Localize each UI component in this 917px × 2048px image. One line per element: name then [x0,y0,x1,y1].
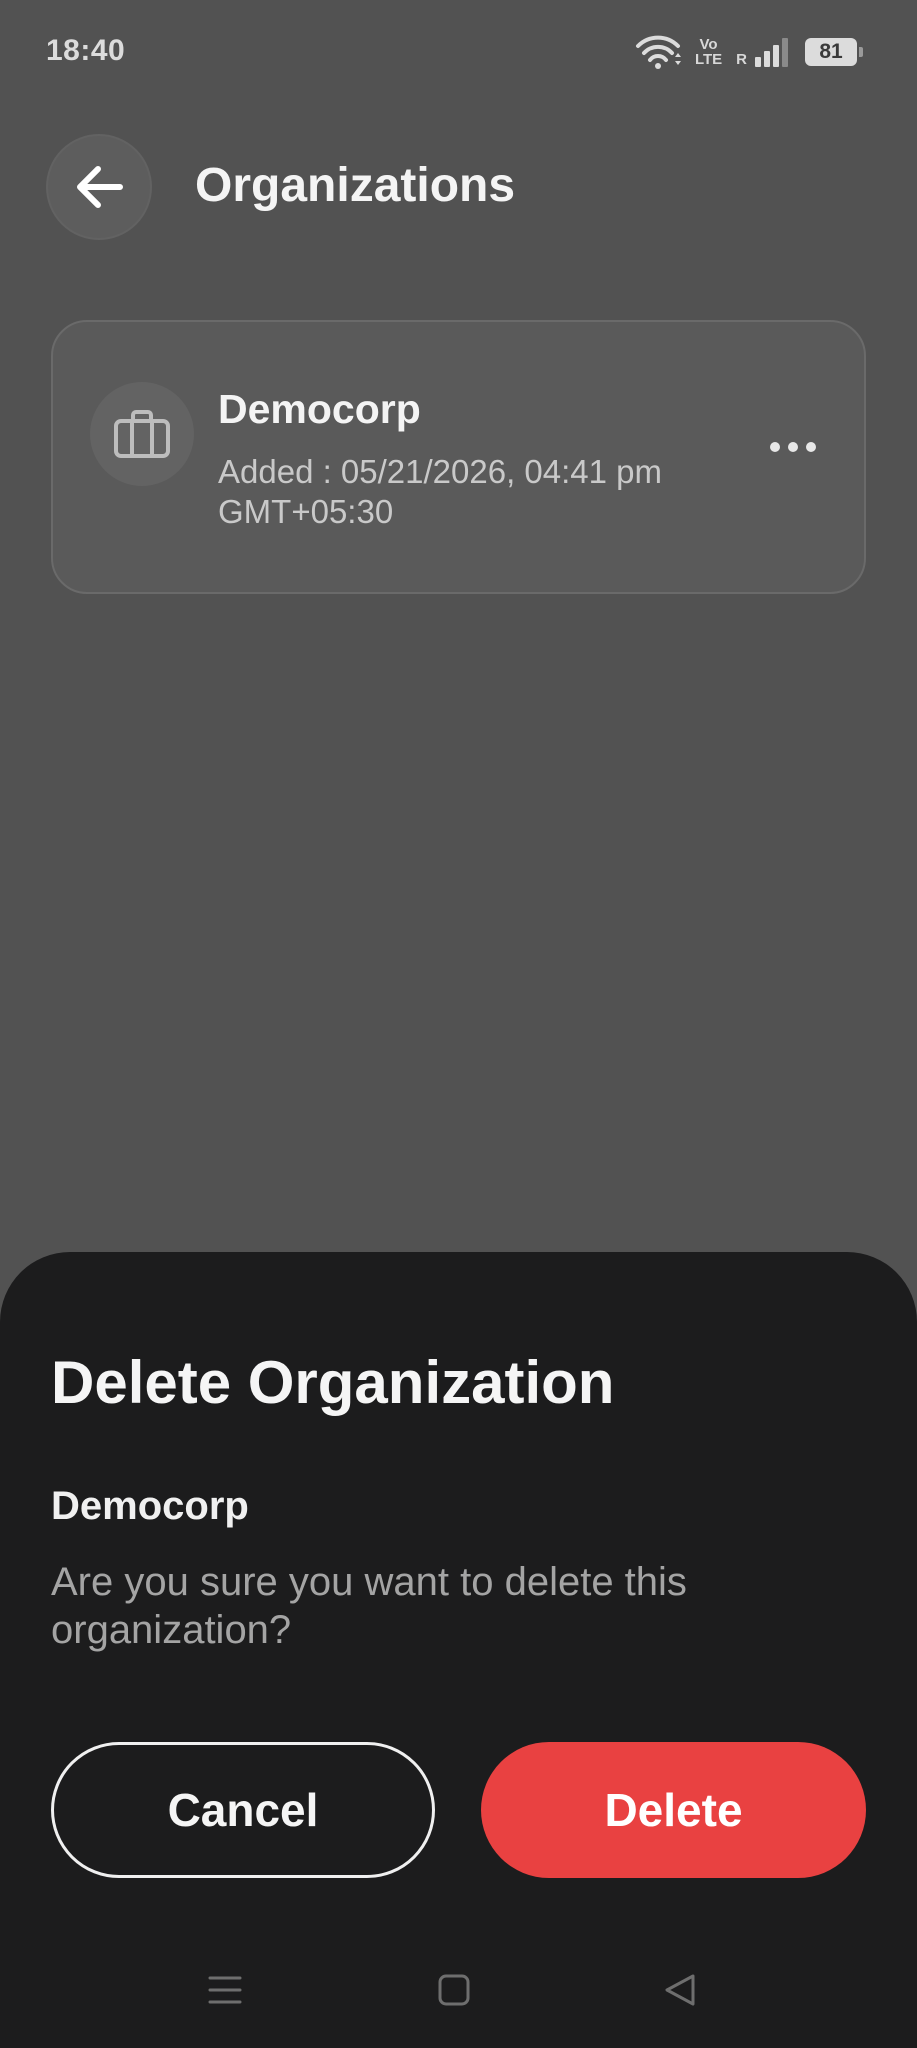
more-options-button[interactable] [758,422,828,472]
menu-icon [208,1976,242,2004]
more-dot-icon [770,442,780,452]
volte-indicator: Vo LTE [695,37,722,67]
battery-icon: 81 [805,38,863,66]
wifi-icon [635,35,681,69]
roaming-indicator: R [736,51,747,68]
system-nav-bar [0,1950,917,2030]
briefcase-icon [114,410,170,458]
nav-back-button[interactable] [650,1960,710,2020]
status-bar: 18:40 Vo LTE R 81 [0,0,917,105]
battery-level: 81 [819,40,843,63]
back-triangle-icon [665,1974,695,2006]
signal-icon [755,38,788,67]
arrow-left-icon [77,166,123,208]
status-icons: Vo LTE R 81 [635,30,863,74]
organization-avatar [90,382,194,486]
organization-name: Democorp [218,386,421,432]
nav-menu-button[interactable] [195,1960,255,2020]
more-dot-icon [788,442,798,452]
delete-dialog-sheet: Delete Organization Democorp Are you sur… [0,1252,917,2048]
volte-bottom: LTE [694,51,723,68]
page-title: Organizations [195,159,516,212]
dialog-title: Delete Organization [51,1349,615,1416]
home-square-icon [438,1974,470,2006]
organization-card[interactable]: Democorp Added : 05/21/2026, 04:41 pm GM… [51,320,866,594]
volte-top: Vo [699,36,718,53]
dialog-organization-name: Democorp [51,1484,249,1528]
status-time: 18:40 [46,34,126,67]
back-button[interactable] [46,134,152,240]
more-dot-icon [806,442,816,452]
nav-home-button[interactable] [424,1960,484,2020]
cancel-button[interactable]: Cancel [51,1742,435,1878]
delete-button[interactable]: Delete [481,1742,866,1878]
organization-added-date: Added : 05/21/2026, 04:41 pm GMT+05:30 [218,453,663,530]
dialog-message: Are you sure you want to delete this org… [51,1560,687,1652]
